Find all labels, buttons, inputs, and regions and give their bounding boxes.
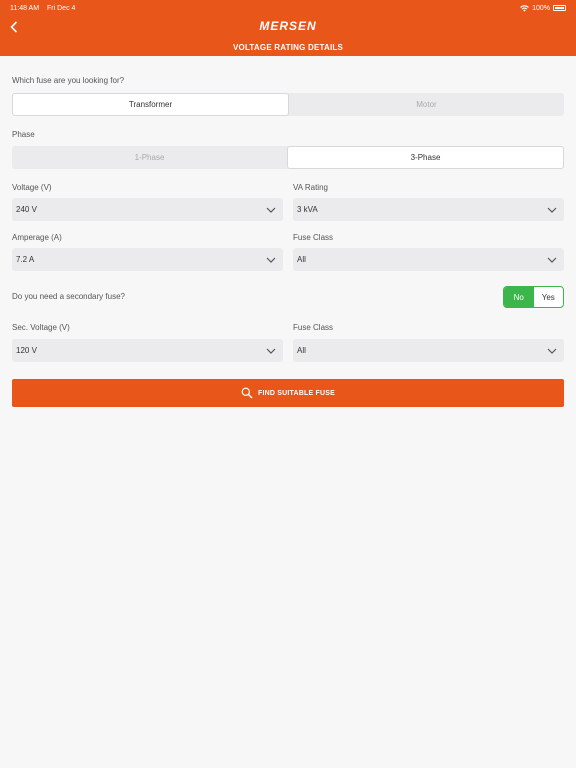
fuse-class-label: Fuse Class: [293, 233, 334, 242]
voltage-value: 240 V: [16, 205, 37, 214]
chevron-down-icon: [266, 257, 276, 263]
amperage-label: Amperage (A): [12, 233, 62, 242]
toggle-yes[interactable]: Yes: [534, 287, 564, 307]
voltage-select[interactable]: 240 V: [12, 198, 283, 221]
chevron-down-icon: [266, 207, 276, 213]
sec-fuse-class-value: All: [297, 346, 306, 355]
sec-voltage-select[interactable]: 120 V: [12, 339, 283, 362]
sec-voltage-label: Sec. Voltage (V): [12, 323, 70, 332]
status-bar: 11:48 AM Fri Dec 4 100%: [10, 3, 566, 13]
phase-label: Phase: [12, 130, 35, 139]
fuse-type-question: Which fuse are you looking for?: [12, 76, 125, 85]
page-title: VOLTAGE RATING DETAILS: [232, 43, 344, 52]
battery-percent: 100%: [532, 4, 550, 12]
sec-voltage-value: 120 V: [16, 346, 37, 355]
sec-fuse-class-label: Fuse Class: [293, 323, 334, 332]
fuse-class-value: All: [297, 255, 306, 264]
va-rating-select[interactable]: 3 kVA: [293, 198, 564, 221]
chevron-down-icon: [547, 207, 557, 213]
status-date: Fri Dec 4: [47, 4, 76, 12]
mersen-logo: MERSEN: [259, 19, 317, 33]
chevron-down-icon: [547, 257, 557, 263]
search-icon: [241, 387, 253, 399]
phase-segmented-control: 1-Phase 3-Phase: [12, 146, 564, 169]
sec-fuse-class-select[interactable]: All: [293, 339, 564, 362]
segment-3-phase[interactable]: 3-Phase: [287, 146, 564, 169]
segment-transformer[interactable]: Transformer: [12, 93, 289, 116]
status-time: 11:48 AM: [10, 4, 40, 12]
va-rating-value: 3 kVA: [297, 205, 318, 214]
segment-1-phase[interactable]: 1-Phase: [12, 146, 287, 169]
battery-icon: [553, 5, 566, 11]
va-rating-label: VA Rating: [293, 183, 328, 192]
voltage-label: Voltage (V): [12, 183, 52, 192]
find-suitable-fuse-button[interactable]: FIND SUITABLE FUSE: [12, 379, 564, 407]
fuse-class-select[interactable]: All: [293, 248, 564, 271]
chevron-down-icon: [547, 348, 557, 354]
toggle-no[interactable]: No: [504, 287, 534, 307]
fuse-type-segmented-control: Transformer Motor: [12, 93, 564, 116]
find-button-label: FIND SUITABLE FUSE: [258, 389, 335, 397]
amperage-select[interactable]: 7.2 A: [12, 248, 283, 271]
wifi-icon: [520, 4, 529, 12]
segment-motor[interactable]: Motor: [289, 93, 564, 116]
chevron-down-icon: [266, 348, 276, 354]
app-header: 11:48 AM Fri Dec 4 100% MERSEN VOLTAGE R…: [0, 0, 576, 56]
secondary-fuse-toggle: No Yes: [503, 286, 564, 308]
secondary-fuse-question: Do you need a secondary fuse?: [12, 292, 125, 301]
amperage-value: 7.2 A: [16, 255, 35, 264]
